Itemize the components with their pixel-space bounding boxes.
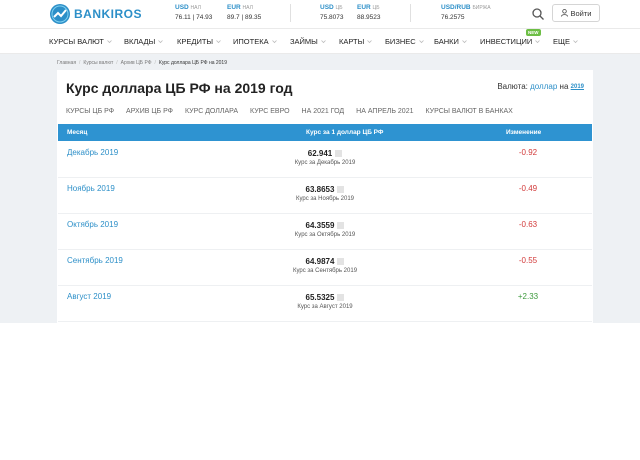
rate-caption: Курс за Октябрь 2019 [294, 232, 356, 238]
nav-item-business[interactable]: БИЗНЕС [385, 37, 424, 46]
chevron-down-icon [107, 40, 112, 44]
breadcrumb-item-current: Курс доллара ЦБ РФ на 2019 [158, 60, 227, 66]
main-navigation: КУРСЫ ВАЛЮТ ВКЛАДЫ КРЕДИТЫ ИПОТЕКА ЗАЙМЫ… [0, 28, 640, 54]
chart-icon[interactable] [337, 222, 345, 229]
breadcrumb-separator: / [79, 60, 81, 66]
rate-usd-rub-exchange: USD/RUB БИРЖА 76.2575 [441, 4, 491, 21]
chart-icon[interactable] [335, 150, 343, 157]
column-header-rate: Курс за 1 доллар ЦБ РФ [306, 129, 384, 136]
tab-bank-rates[interactable]: КУРСЫ ВАЛЮТ В БАНКАХ [426, 108, 513, 115]
breadcrumb-separator: / [116, 60, 118, 66]
nav-item-mortgage[interactable]: ИПОТЕКА [233, 37, 277, 46]
year-link[interactable]: 2019 [571, 84, 584, 90]
section-tabs: КУРСЫ ЦБ РФ АРХИВ ЦБ РФ КУРС ДОЛЛАРА КУР… [66, 108, 525, 115]
rate-usd-cb: USD ЦБ 75.8073 [320, 4, 344, 21]
table-row: Октябрь 2019 64.3559 Курс за Октябрь 201… [58, 214, 592, 250]
chevron-down-icon [418, 40, 424, 44]
breadcrumb: Главная / Курсы валют / Архив ЦБ РФ / Ку… [57, 60, 227, 66]
nav-item-investments[interactable]: ИНВЕСТИЦИИ [480, 37, 541, 46]
rate-change: +2.33 [517, 292, 539, 301]
rate-eur-cash: EUR НАЛ 89.7 | 89.35 [227, 4, 262, 21]
chart-icon[interactable] [337, 294, 345, 301]
tab-2021-year[interactable]: НА 2021 ГОД [302, 108, 345, 115]
tab-cb-archive[interactable]: АРХИВ ЦБ РФ [126, 108, 173, 115]
table-row: Декабрь 2019 62.941 Курс за Декабрь 2019… [58, 142, 592, 178]
column-header-change: Изменение [506, 129, 542, 136]
currency-selector: Валюта: доллар на 2019 [497, 82, 584, 91]
nav-item-more[interactable]: ЕЩЕ [553, 37, 578, 46]
brand-logo[interactable]: BANKIROS [50, 4, 142, 24]
rate-change: -0.92 [518, 148, 538, 157]
chevron-down-icon [573, 40, 578, 44]
rate-change: -0.55 [518, 256, 538, 265]
rate-change: -0.49 [518, 184, 538, 193]
breadcrumb-item-home[interactable]: Главная [57, 60, 76, 66]
login-button[interactable]: Войти [552, 4, 600, 22]
search-icon[interactable] [531, 7, 545, 21]
tab-april-2021[interactable]: НА АПРЕЛЬ 2021 [356, 108, 413, 115]
chevron-down-icon [535, 40, 541, 44]
chevron-down-icon [462, 40, 467, 44]
rate-change: -0.63 [518, 220, 538, 229]
nav-item-credits[interactable]: КРЕДИТЫ [177, 37, 221, 46]
nav-item-cards[interactable]: КАРТЫ [339, 37, 373, 46]
table-row: Сентябрь 2019 64.9874 Курс за Сентябрь 2… [58, 250, 592, 286]
tab-euro-rate[interactable]: КУРС ЕВРО [250, 108, 290, 115]
breadcrumb-separator: / [154, 60, 156, 66]
rate-caption: Курс за Сентябрь 2019 [292, 268, 358, 274]
brand-name: BANKIROS [74, 7, 143, 21]
breadcrumb-item-cb-archive[interactable]: Архив ЦБ РФ [121, 60, 152, 66]
top-bar: BANKIROS USD НАЛ 76.11 | 74.93 EUR НАЛ 8… [0, 0, 640, 28]
login-label: Войти [570, 8, 592, 18]
breadcrumb-item-currency-rates[interactable]: Курсы валют [83, 60, 113, 66]
chevron-down-icon [367, 40, 373, 44]
tab-cb-rates[interactable]: КУРСЫ ЦБ РФ [66, 108, 114, 115]
column-header-month: Месяц [67, 129, 88, 136]
nav-item-currency-rates[interactable]: КУРСЫ ВАЛЮТ [49, 37, 112, 46]
table-row: Ноябрь 2019 63.8653 Курс за Ноябрь 2019 … [58, 178, 592, 214]
table-header: Месяц Курс за 1 доллар ЦБ РФ Изменение [58, 124, 592, 141]
rate-usd-cash: USD НАЛ 76.11 | 74.93 [175, 4, 213, 21]
page-title: Курс доллара ЦБ РФ на 2019 год [66, 80, 293, 96]
rate-caption: Курс за Ноябрь 2019 [295, 196, 355, 202]
chevron-down-icon [216, 40, 221, 44]
nav-item-loans[interactable]: ЗАЙМЫ [290, 37, 326, 46]
rate-divider [290, 4, 291, 22]
content-card: Курс доллара ЦБ РФ на 2019 год Валюта: д… [57, 70, 593, 323]
nav-item-deposits[interactable]: ВКЛАДЫ [124, 37, 164, 46]
rate-caption: Курс за Декабрь 2019 [294, 160, 356, 166]
table-row: Август 2019 65.5325 Курс за Август 2019 … [58, 286, 592, 322]
chevron-down-icon [158, 40, 164, 44]
new-badge: NEW [526, 29, 541, 36]
chevron-down-icon [321, 40, 326, 44]
nav-item-banks[interactable]: БАНКИ [434, 37, 467, 46]
logo-icon [50, 4, 70, 24]
rate-eur-cb: EUR ЦБ 88.9523 [357, 4, 381, 21]
rate-caption: Курс за Август 2019 [297, 304, 353, 310]
rate-divider [410, 4, 411, 22]
chevron-down-icon [271, 40, 277, 44]
currency-link[interactable]: доллар [530, 82, 557, 91]
chart-icon[interactable] [337, 186, 345, 193]
chart-icon[interactable] [337, 258, 345, 265]
user-icon [560, 9, 568, 17]
tab-dollar-rate[interactable]: КУРС ДОЛЛАРА [185, 108, 238, 115]
